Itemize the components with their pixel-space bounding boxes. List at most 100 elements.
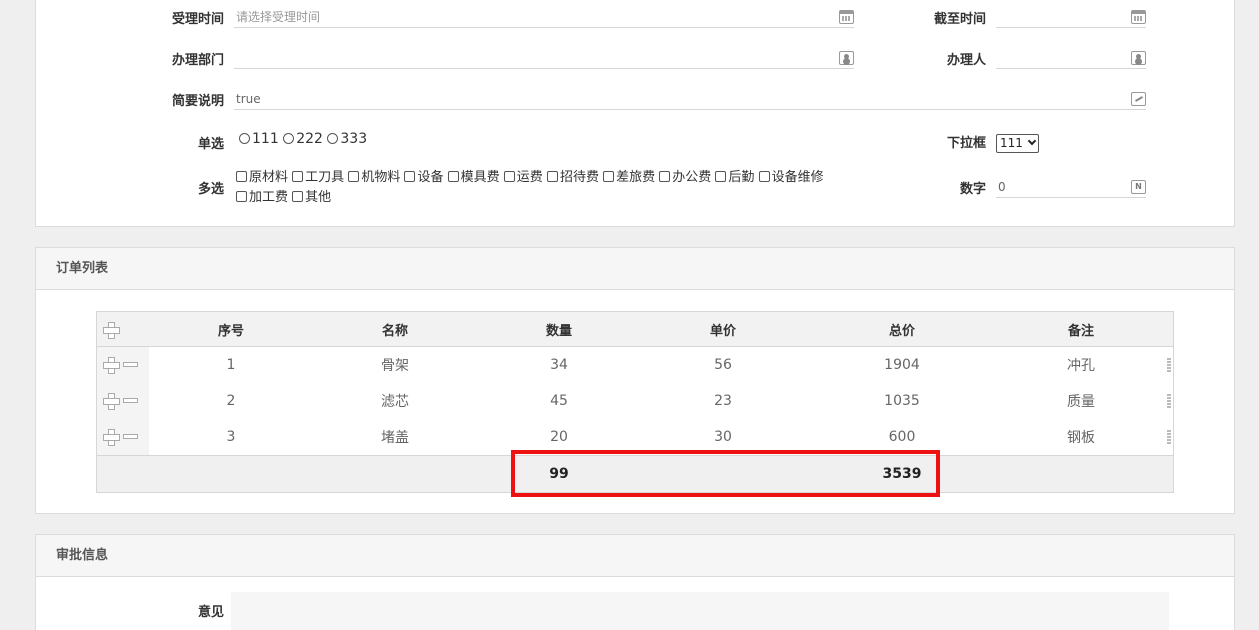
opinion-label: 意见 [197, 605, 224, 620]
handler-label: 办理人 [946, 53, 986, 68]
number-label: 数字 [959, 182, 986, 197]
checkbox-icon[interactable] [236, 191, 247, 202]
column-header: 数量 [545, 323, 572, 339]
cell-name[interactable]: 堵盖 [313, 419, 477, 455]
remove-row-icon[interactable] [123, 434, 138, 439]
radio-option[interactable]: 333 [327, 131, 367, 147]
orders-title: 订单列表 [36, 248, 1234, 290]
deadline-input[interactable] [996, 6, 1146, 28]
approval-panel: 审批信息 意见 [35, 534, 1235, 630]
cell-name[interactable]: 骨架 [313, 347, 477, 383]
cell-index[interactable]: 3 [149, 419, 313, 455]
checkbox-option[interactable]: 差旅费 [603, 170, 655, 185]
dropdown-select[interactable]: 111 [996, 134, 1039, 153]
checkbox-option[interactable]: 模具费 [447, 170, 500, 185]
add-row-icon[interactable] [103, 393, 120, 410]
checkbox-icon[interactable] [348, 171, 360, 182]
radio-option[interactable]: 222 [283, 131, 323, 147]
checkbox-icon[interactable] [292, 171, 304, 182]
number-icon[interactable]: N [1131, 180, 1146, 194]
checkbox-option[interactable]: 后勤 [715, 170, 754, 185]
checkbox-icon[interactable] [659, 171, 671, 182]
user-picker-icon[interactable] [839, 51, 854, 65]
form-panel: 受理时间 请选择受理时间 截至时间 办理部门 办理人 简要说明 true 单选 … [35, 0, 1235, 227]
checkbox-option[interactable]: 原材料 [236, 170, 288, 185]
table-header: 序号 名称 数量 单价 总价 备注 [97, 312, 1173, 347]
summary-input[interactable]: true [234, 88, 1146, 110]
multi-select-group: 原材料 工刀具 机物料 设备 模具费 运费 招待费 差旅费 办公费 后勤 设备维… [236, 168, 856, 208]
checkbox-icon[interactable] [758, 171, 770, 182]
row-actions [97, 383, 149, 419]
cell-index[interactable]: 1 [149, 347, 313, 383]
cell-index[interactable]: 2 [149, 383, 313, 419]
row-actions [97, 419, 149, 455]
department-input[interactable] [234, 47, 854, 69]
single-select-group: 111 222 333 [239, 131, 367, 147]
number-input[interactable]: 0 N [996, 176, 1146, 198]
checkbox-option[interactable]: 其他 [292, 190, 331, 205]
checkbox-icon[interactable] [546, 171, 558, 182]
checkbox-option[interactable]: 办公费 [659, 170, 711, 185]
checkbox-option[interactable]: 机物料 [348, 170, 400, 185]
add-row-icon[interactable] [103, 429, 120, 446]
radio-icon[interactable] [239, 133, 250, 144]
cell-name[interactable]: 滤芯 [313, 383, 477, 419]
radio-icon[interactable] [327, 133, 339, 144]
dropdown-label: 下拉框 [946, 136, 986, 151]
checkbox-icon[interactable] [404, 171, 416, 182]
approval-title: 审批信息 [36, 535, 1234, 577]
single-select-label: 单选 [197, 137, 224, 152]
radio-option[interactable]: 111 [239, 131, 279, 147]
header-actions [97, 312, 149, 346]
deadline-label: 截至时间 [933, 12, 986, 27]
calendar-icon[interactable] [839, 10, 854, 24]
checkbox-icon[interactable] [236, 171, 247, 182]
checkbox-icon[interactable] [447, 171, 459, 182]
checkbox-option[interactable]: 运费 [503, 170, 543, 185]
column-header: 单价 [709, 323, 736, 339]
drag-handle-icon[interactable] [1167, 358, 1171, 372]
cell-total-price[interactable]: 1035 [805, 383, 999, 419]
cell-remark[interactable]: 质量 [999, 383, 1163, 419]
edit-icon[interactable] [1131, 92, 1146, 106]
cell-total-price[interactable]: 1904 [805, 347, 999, 383]
table-row: 2 滤芯 45 23 1035 质量 [97, 383, 1173, 419]
cell-unit-price[interactable]: 23 [641, 383, 805, 419]
calendar-icon[interactable] [1131, 10, 1146, 24]
remove-row-icon[interactable] [123, 362, 138, 367]
chevron-down-icon [1027, 136, 1037, 146]
drag-handle-icon[interactable] [1167, 394, 1171, 408]
checkbox-option[interactable]: 加工费 [236, 190, 288, 205]
radio-icon[interactable] [283, 133, 295, 144]
checkbox-icon[interactable] [715, 171, 727, 182]
checkbox-option[interactable]: 设备 [404, 170, 443, 185]
column-header: 备注 [1067, 323, 1094, 339]
accept-time-input[interactable]: 请选择受理时间 [234, 6, 854, 28]
totals-highlight-box [511, 450, 940, 497]
accept-time-label: 受理时间 [171, 12, 224, 27]
checkbox-icon[interactable] [292, 191, 304, 202]
user-picker-icon[interactable] [1131, 51, 1146, 65]
handler-input[interactable] [996, 47, 1146, 69]
opinion-textarea[interactable] [231, 592, 1169, 630]
multi-select-label: 多选 [197, 182, 224, 197]
cell-quantity[interactable]: 45 [477, 383, 641, 419]
cell-unit-price[interactable]: 56 [641, 347, 805, 383]
column-header: 序号 [217, 323, 244, 339]
drag-handle-icon[interactable] [1167, 430, 1171, 444]
checkbox-icon[interactable] [503, 171, 515, 182]
checkbox-icon[interactable] [603, 171, 615, 182]
add-row-icon[interactable] [103, 357, 120, 374]
cell-remark[interactable]: 冲孔 [999, 347, 1163, 383]
column-header: 名称 [381, 323, 408, 339]
table-row: 1 骨架 34 56 1904 冲孔 [97, 347, 1173, 383]
cell-quantity[interactable]: 34 [477, 347, 641, 383]
checkbox-option[interactable]: 工刀具 [292, 170, 344, 185]
remove-row-icon[interactable] [123, 398, 138, 403]
add-row-icon[interactable] [103, 322, 120, 339]
summary-label: 简要说明 [171, 94, 224, 109]
checkbox-option[interactable]: 招待费 [546, 170, 599, 185]
cell-remark[interactable]: 钢板 [999, 419, 1163, 455]
column-header: 总价 [888, 323, 915, 339]
checkbox-option[interactable]: 设备维修 [758, 170, 824, 185]
